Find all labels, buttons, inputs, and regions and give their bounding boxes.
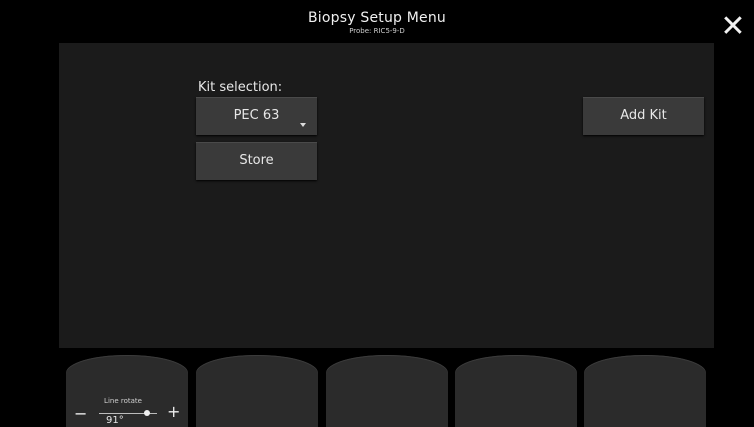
softkey-empty[interactable] (196, 355, 318, 427)
page-title: Biopsy Setup Menu (307, 10, 446, 26)
line-rotate-slider-handle[interactable] (144, 410, 150, 416)
softkey-line-rotate[interactable]: Line rotate − + 91° (66, 355, 188, 427)
dropdown-caret-icon (300, 123, 306, 127)
kit-selection-label: Kit selection: (198, 80, 283, 95)
increase-button[interactable]: + (167, 402, 180, 421)
softkey-empty[interactable] (584, 355, 706, 427)
kit-selection-dropdown[interactable]: PEC 63 (196, 97, 317, 135)
decrease-button[interactable]: − (74, 404, 87, 423)
softkey-empty[interactable] (326, 355, 448, 427)
biopsy-setup-panel: Kit selection: PEC 63 Store Add Kit (59, 43, 714, 348)
add-kit-button[interactable]: Add Kit (583, 97, 704, 135)
line-rotate-label: Line rotate (104, 397, 142, 405)
close-icon[interactable]: ✕ (718, 12, 748, 42)
probe-subtitle: Probe: RIC5-9-D (349, 27, 405, 35)
line-rotate-value: 91° (106, 415, 124, 426)
kit-selected-value: PEC 63 (233, 108, 280, 123)
store-button[interactable]: Store (196, 142, 317, 180)
softkey-empty[interactable] (455, 355, 577, 427)
